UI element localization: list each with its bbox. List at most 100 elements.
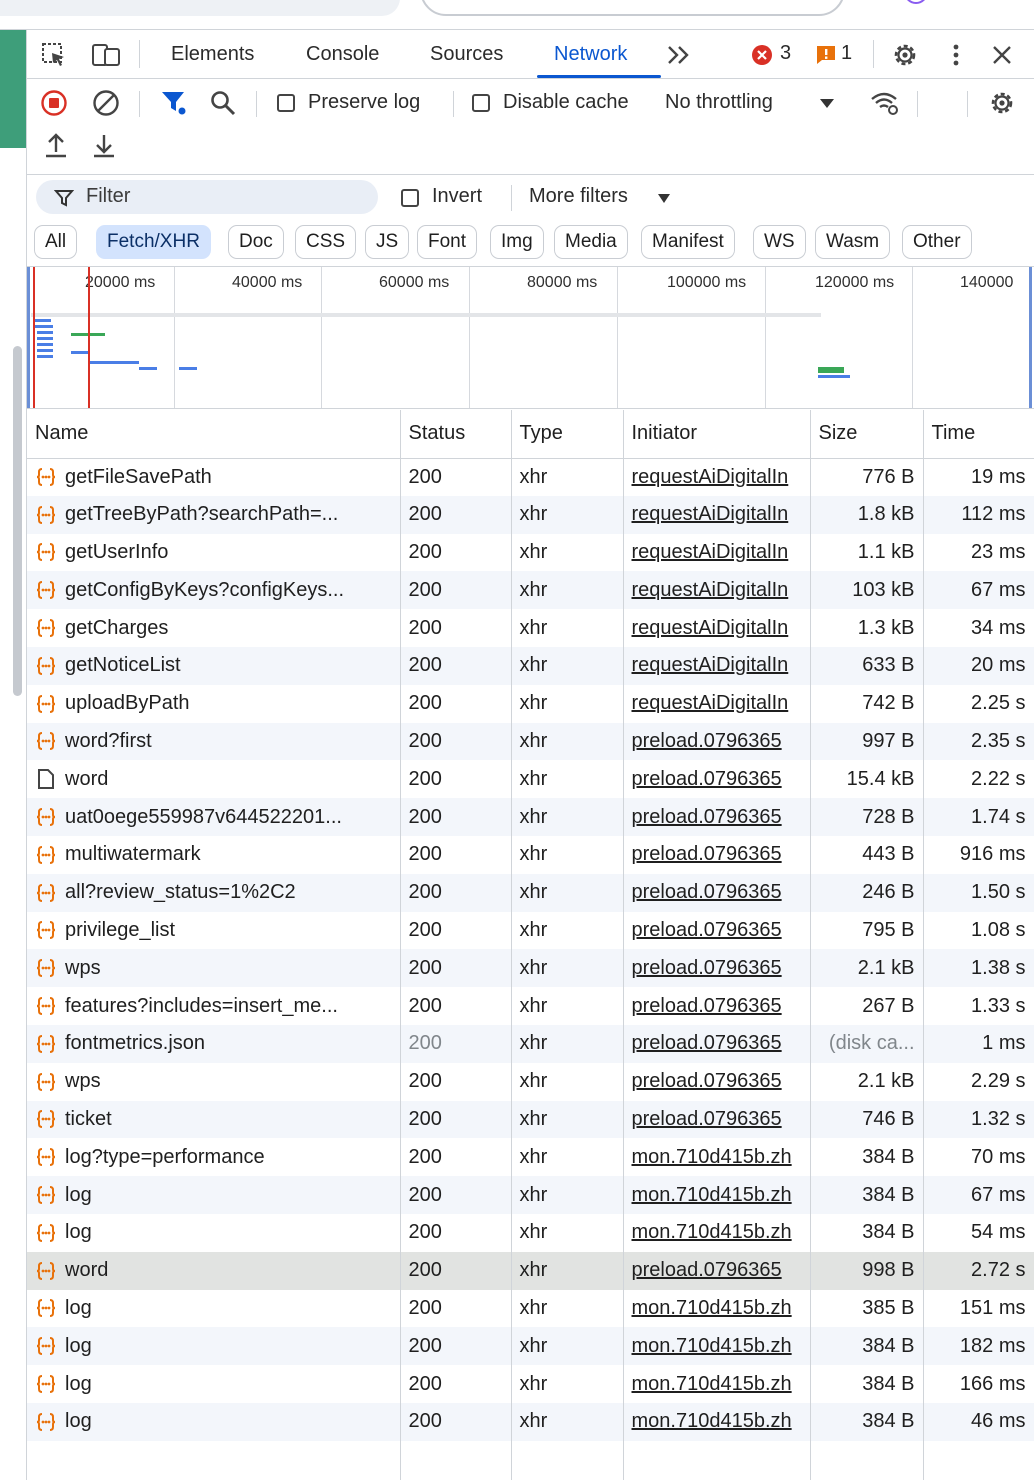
invert-checkbox[interactable]	[401, 189, 419, 207]
import-har-icon[interactable]	[41, 131, 71, 161]
filter-funnel-icon[interactable]	[159, 88, 189, 118]
table-row[interactable]: privilege_list 200 xhr preload.0796365 795 B…	[27, 911, 1034, 950]
table-row[interactable]: ticket 200 xhr preload.0796365 746 B 1.32 s	[27, 1100, 1034, 1139]
name-cell[interactable]: getUserInfo	[27, 533, 401, 572]
invert-label[interactable]: Invert	[432, 185, 482, 208]
initiator-link[interactable]: mon.710d415b.zh	[623, 1176, 811, 1214]
disable-cache-checkbox[interactable]	[472, 94, 490, 112]
name-cell[interactable]: getConfigByKeys?configKeys...	[27, 571, 401, 610]
error-icon[interactable]	[747, 40, 777, 70]
error-count[interactable]: 3	[780, 42, 791, 65]
initiator-link[interactable]: mon.710d415b.zh	[623, 1365, 811, 1403]
initiator-link[interactable]: requestAiDigitalIn	[623, 458, 811, 496]
table-row[interactable]: all?review_status=1%2C2 200 xhr preload.079…	[27, 873, 1034, 912]
name-cell[interactable]: word	[27, 1251, 401, 1290]
chip-doc[interactable]: Doc	[228, 225, 284, 259]
name-cell[interactable]: uat0oege559987v644522201...	[27, 798, 401, 836]
initiator-link[interactable]: preload.0796365	[623, 987, 811, 1025]
initiator-link[interactable]: preload.0796365	[623, 1024, 811, 1063]
more-tabs-icon[interactable]	[664, 40, 694, 70]
name-cell[interactable]: getFileSavePath	[27, 458, 401, 496]
chip-css[interactable]: CSS	[295, 225, 357, 259]
table-row[interactable]: log?type=performance 200 xhr mon.710d415b.z…	[27, 1138, 1034, 1177]
name-cell[interactable]: multiwatermark	[27, 835, 401, 874]
timeline-left-handle[interactable]	[27, 267, 30, 408]
initiator-link[interactable]: preload.0796365	[623, 1251, 811, 1290]
table-row[interactable]: uat0oege559987v644522201... 200 xhr preload…	[27, 798, 1034, 836]
profile-icon[interactable]	[904, 0, 928, 4]
column-header-status[interactable]: Status	[400, 410, 512, 459]
table-row[interactable]: log 200 xhr mon.710d415b.zh 384 B 46 ms	[27, 1402, 1034, 1441]
chip-fetch-xhr[interactable]: Fetch/XHR	[96, 225, 211, 259]
initiator-link[interactable]: preload.0796365	[623, 722, 811, 761]
initiator-link[interactable]: preload.0796365	[623, 949, 811, 988]
name-cell[interactable]: getCharges	[27, 609, 401, 647]
chip-all[interactable]: All	[34, 225, 78, 259]
chip-media[interactable]: Media	[554, 225, 628, 259]
chip-js[interactable]: JS	[365, 225, 410, 259]
browser-tab[interactable]	[0, 0, 400, 16]
name-cell[interactable]: log	[27, 1365, 401, 1403]
initiator-link[interactable]: requestAiDigitalIn	[623, 609, 811, 647]
name-cell[interactable]: getNoticeList	[27, 646, 401, 685]
name-cell[interactable]: log?type=performance	[27, 1138, 401, 1177]
chip-img[interactable]: Img	[490, 225, 544, 259]
initiator-link[interactable]: requestAiDigitalIn	[623, 533, 811, 572]
warning-icon[interactable]	[811, 40, 841, 70]
initiator-link[interactable]: mon.710d415b.zh	[623, 1289, 811, 1328]
close-icon[interactable]	[987, 40, 1017, 70]
table-row[interactable]: multiwatermark 200 xhr preload.0796365 443 B…	[27, 835, 1034, 874]
initiator-link[interactable]: requestAiDigitalIn	[623, 646, 811, 685]
table-row[interactable]: uploadByPath 200 xhr requestAiDigitalIn 742 …	[27, 684, 1034, 723]
initiator-link[interactable]: mon.710d415b.zh	[623, 1138, 811, 1177]
table-row[interactable]: word 200 xhr preload.0796365 15.4 kB 2.22 s	[27, 760, 1034, 799]
table-row[interactable]: getTreeByPath?searchPath=... 200 xhr reques…	[27, 495, 1034, 534]
table-row[interactable]: getUserInfo 200 xhr requestAiDigitalIn 1.1 k…	[27, 533, 1034, 572]
tab-sources[interactable]: Sources	[430, 30, 503, 78]
table-row[interactable]: log 200 xhr mon.710d415b.zh 384 B 166 ms	[27, 1365, 1034, 1403]
chip-font[interactable]: Font	[417, 225, 478, 259]
initiator-link[interactable]: preload.0796365	[623, 798, 811, 836]
settings-gear-icon[interactable]	[890, 40, 920, 70]
clear-icon[interactable]	[91, 88, 121, 118]
chevron-down-icon[interactable]	[812, 88, 842, 118]
column-header-type[interactable]: Type	[511, 410, 624, 459]
initiator-link[interactable]: mon.710d415b.zh	[623, 1327, 811, 1366]
name-cell[interactable]: getTreeByPath?searchPath=...	[27, 495, 401, 534]
table-row[interactable]: log 200 xhr mon.710d415b.zh 384 B 182 ms	[27, 1327, 1034, 1366]
table-row[interactable]: getFileSavePath 200 xhr requestAiDigitalIn 7…	[27, 458, 1034, 496]
name-cell[interactable]: privilege_list	[27, 911, 401, 950]
column-header-name[interactable]: Name	[27, 410, 401, 459]
name-cell[interactable]: wps	[27, 949, 401, 988]
table-row[interactable]: log 200 xhr mon.710d415b.zh 385 B 151 ms	[27, 1289, 1034, 1328]
timeline-right-handle[interactable]	[1029, 267, 1032, 408]
warning-count[interactable]: 1	[841, 42, 852, 65]
initiator-link[interactable]: preload.0796365	[623, 835, 811, 874]
chip-wasm[interactable]: Wasm	[815, 225, 891, 259]
stop-recording-icon[interactable]	[39, 88, 69, 118]
throttling-select[interactable]: No throttling	[665, 91, 773, 114]
filter-input[interactable]: Filter	[36, 180, 378, 214]
name-cell[interactable]: uploadByPath	[27, 684, 401, 723]
search-icon[interactable]	[208, 88, 238, 118]
network-settings-gear-icon[interactable]	[987, 88, 1017, 118]
chip-manifest[interactable]: Manifest	[641, 225, 735, 259]
name-cell[interactable]: log	[27, 1213, 401, 1252]
more-options-icon[interactable]	[941, 40, 971, 70]
table-row[interactable]: word 200 xhr preload.0796365 998 B 2.72 s	[27, 1251, 1034, 1290]
table-row[interactable]: log 200 xhr mon.710d415b.zh 384 B 54 ms	[27, 1213, 1034, 1252]
browser-address-bar[interactable]	[420, 0, 845, 16]
name-cell[interactable]: log	[27, 1289, 401, 1328]
name-cell[interactable]: all?review_status=1%2C2	[27, 873, 401, 912]
chip-other[interactable]: Other	[902, 225, 972, 259]
initiator-link[interactable]: preload.0796365	[623, 1100, 811, 1139]
initiator-link[interactable]: preload.0796365	[623, 1062, 811, 1101]
name-cell[interactable]: ticket	[27, 1100, 401, 1139]
tab-console[interactable]: Console	[306, 30, 379, 78]
name-cell[interactable]: log	[27, 1176, 401, 1214]
table-row[interactable]: getNoticeList 200 xhr requestAiDigitalIn 633…	[27, 646, 1034, 685]
table-row[interactable]: wps 200 xhr preload.0796365 2.1 kB 2.29 s	[27, 1062, 1034, 1101]
table-row[interactable]: getConfigByKeys?configKeys... 200 xhr reque…	[27, 571, 1034, 610]
name-cell[interactable]: log	[27, 1402, 401, 1441]
table-row[interactable]: getCharges 200 xhr requestAiDigitalIn 1.3 kB…	[27, 609, 1034, 647]
